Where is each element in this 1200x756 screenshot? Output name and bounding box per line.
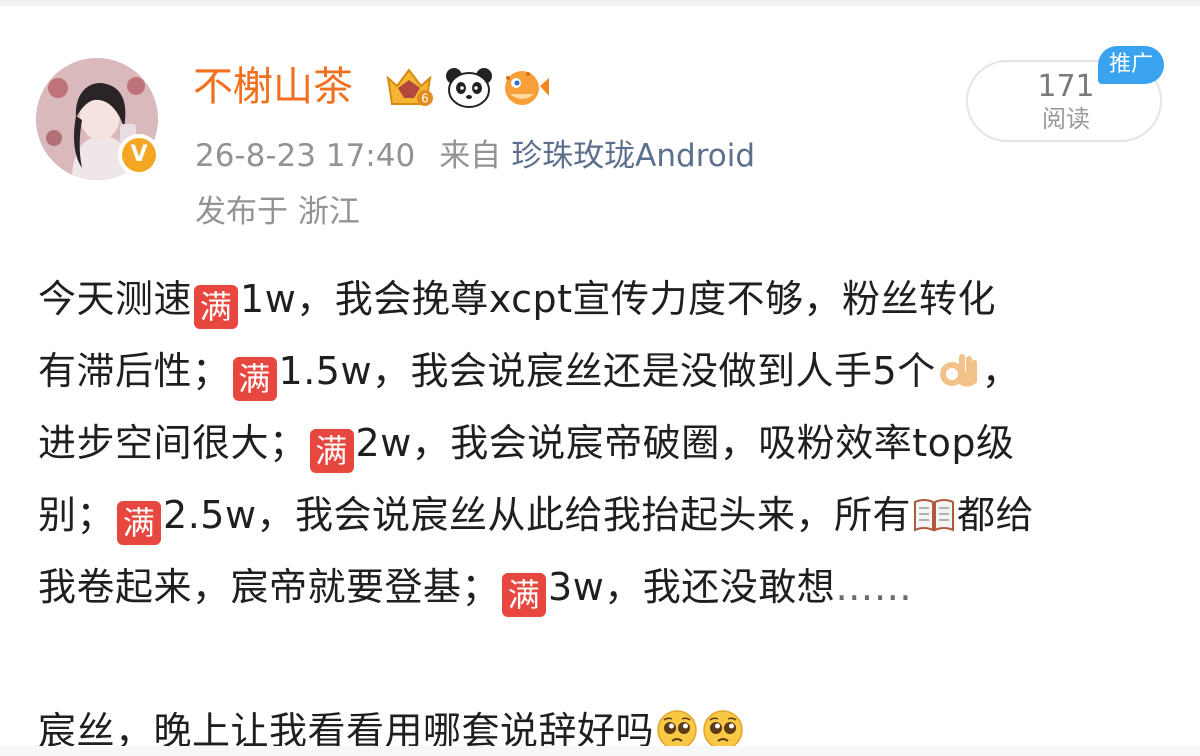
post-line: 今天测速满 1w，我会挽尊xcpt宣传力度不够，粉丝转化 (38, 263, 1168, 335)
post-meta: 26-8-23 17:40 来自 珍珠玫珑Android (195, 134, 755, 178)
post-text: 3w，我还没敢想 (548, 565, 836, 609)
post-text: 别； (38, 493, 116, 537)
post-line: 进步空间很大；满 2w，我会说宸帝破圈，吸粉效率top级 (38, 407, 1168, 479)
username[interactable]: 不榭山茶 (193, 62, 353, 112)
full-emoji-icon: 满 (502, 573, 547, 617)
verified-v-icon: V (122, 138, 156, 172)
panda-icon[interactable] (444, 64, 494, 110)
post-text: ， (981, 349, 1021, 393)
read-label: 阅读 (1042, 105, 1090, 133)
post-text: 2w，我会说宸帝破圈，吸粉效率top级 (355, 421, 1015, 465)
promote-tag[interactable]: 推广 (1098, 46, 1164, 84)
post-line: 有滞后性；满 1.5w，我会说宸丝还是没做到人手5个 ， (38, 335, 1168, 407)
full-emoji-icon: 满 (309, 429, 354, 473)
crown-badge-number: 6 (421, 92, 429, 106)
post-text: 都给 (957, 493, 1035, 537)
top-divider (0, 0, 1200, 6)
post-source-link[interactable]: 珍珠玫珑Android (511, 138, 755, 174)
from-label: 来自 (439, 138, 502, 174)
verified-badge: V (118, 134, 160, 176)
post-line: 别；满 2.5w，我会说宸丝从此给我抬起头来，所有 都给 (38, 479, 1168, 551)
post-location: 发布于 浙江 (195, 194, 360, 230)
post-text: 有滞后性； (38, 349, 231, 393)
ellipsis-text: …… (835, 565, 913, 609)
post-text: 1w，我会挽尊xcpt宣传力度不够，粉丝转化 (240, 277, 997, 321)
full-emoji-icon: 满 (194, 285, 239, 329)
post-body: 今天测速满 1w，我会挽尊xcpt宣传力度不够，粉丝转化 有滞后性；满 1.5w，我… (38, 263, 1168, 756)
full-emoji-icon: 满 (232, 357, 277, 401)
open-book-icon (914, 499, 955, 532)
full-emoji-icon: 满 (117, 501, 162, 545)
post-text: 今天测速 (38, 277, 193, 321)
bottom-divider (0, 746, 1200, 756)
ok-hand-icon (939, 354, 977, 387)
post-text: 进步空间很大； (38, 421, 308, 465)
crown-rank-badge-icon[interactable]: 6 (384, 64, 434, 110)
post-text: 1.5w，我会说宸丝还是没做到人手5个 (278, 349, 936, 393)
post-datetime: 26-8-23 17:40 (195, 138, 416, 174)
post-text: 2.5w，我会说宸丝从此给我抬起头来，所有 (163, 493, 912, 537)
weibo-post-card: V 不榭山茶 6 26-8-23 17:40 来自 珍珠玫珑Android 发布于 … (0, 0, 1200, 756)
pufferfish-icon[interactable] (500, 64, 550, 110)
post-text: 我卷起来，宸帝就要登基； (38, 565, 501, 609)
post-line: 我卷起来，宸帝就要登基；满 3w，我还没敢想…… (38, 551, 1168, 623)
